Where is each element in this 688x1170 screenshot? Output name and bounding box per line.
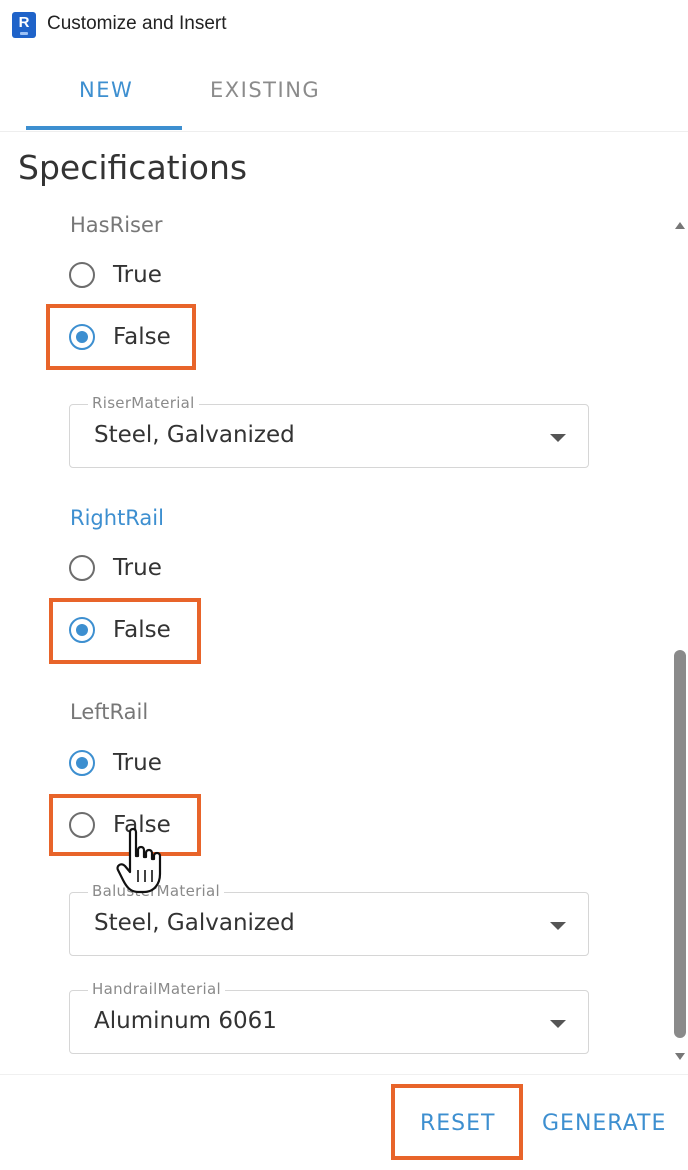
radio-label: False (113, 324, 171, 350)
select-baluster-material[interactable]: BalusterMaterial Steel, Galvanized (69, 882, 589, 956)
scroll-up-arrow-icon[interactable] (675, 222, 685, 229)
select-riser-material[interactable]: RiserMaterial Steel, Galvanized (69, 394, 589, 468)
select-floating-label: BalusterMaterial (88, 882, 224, 900)
radio-label: False (113, 812, 171, 838)
radio-rightrail-false[interactable]: False (69, 617, 171, 643)
section-title: Specifications (18, 148, 248, 187)
group-label-rightrail: RightRail (70, 506, 164, 530)
title-bar: R Customize and Insert (0, 0, 688, 50)
select-value: Steel, Galvanized (94, 910, 295, 936)
tab-existing[interactable]: EXISTING (210, 78, 320, 102)
radio-button-checked-icon (69, 324, 95, 350)
revit-app-icon: R (12, 12, 36, 38)
active-tab-indicator (26, 126, 182, 130)
radio-button-checked-icon (69, 617, 95, 643)
group-label-hasriser: HasRiser (70, 213, 163, 237)
radio-hasriser-false[interactable]: False (69, 324, 171, 350)
select-value: Aluminum 6061 (94, 1008, 277, 1034)
caret-down-icon (550, 1020, 566, 1028)
caret-down-icon (550, 922, 566, 930)
radio-button-checked-icon (69, 750, 95, 776)
specifications-form[interactable]: HasRiser True False RiserMaterial Steel,… (0, 208, 688, 1074)
dialog-footer: RESET GENERATE (0, 1074, 688, 1170)
radio-label: True (113, 555, 162, 581)
radio-button-unchecked-icon (69, 262, 95, 288)
tab-bar: NEW EXISTING (0, 58, 688, 132)
radio-label: True (113, 262, 162, 288)
group-label-leftrail: LeftRail (70, 700, 149, 724)
select-floating-label: HandrailMaterial (88, 980, 225, 998)
radio-rightrail-true[interactable]: True (69, 555, 162, 581)
scrollbar-thumb[interactable] (674, 650, 686, 1038)
scroll-down-arrow-icon[interactable] (675, 1053, 685, 1060)
radio-button-unchecked-icon (69, 555, 95, 581)
caret-down-icon (550, 434, 566, 442)
reset-button[interactable]: RESET (420, 1111, 496, 1136)
select-handrail-material[interactable]: HandrailMaterial Aluminum 6061 (69, 980, 589, 1054)
radio-leftrail-false[interactable]: False (69, 812, 171, 838)
radio-hasriser-true[interactable]: True (69, 262, 162, 288)
radio-label: True (113, 750, 162, 776)
select-value: Steel, Galvanized (94, 422, 295, 448)
window-title: Customize and Insert (47, 13, 227, 34)
radio-leftrail-true[interactable]: True (69, 750, 162, 776)
select-floating-label: RiserMaterial (88, 394, 199, 412)
radio-label: False (113, 617, 171, 643)
radio-button-unchecked-icon (69, 812, 95, 838)
tab-new[interactable]: NEW (79, 78, 133, 102)
generate-button[interactable]: GENERATE (542, 1111, 666, 1136)
